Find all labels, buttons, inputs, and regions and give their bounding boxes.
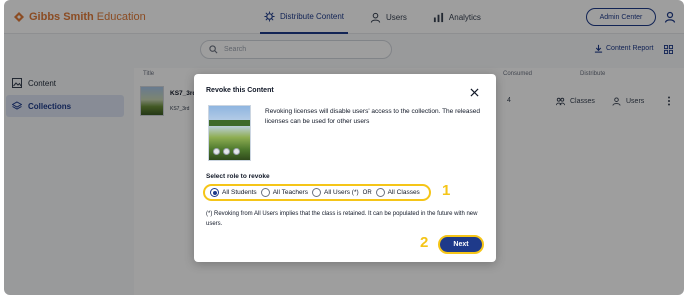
close-icon[interactable] xyxy=(470,88,479,97)
next-button[interactable]: Next xyxy=(438,235,484,254)
radio-all-teachers[interactable]: All Teachers xyxy=(260,188,308,197)
radio-label: All Students xyxy=(222,189,257,196)
role-select-label: Select role to revoke xyxy=(206,173,270,180)
radio-all-users[interactable]: All Users (*) xyxy=(311,188,359,197)
radio-button[interactable] xyxy=(375,188,385,197)
radio-all-students[interactable]: All Students xyxy=(210,188,257,197)
role-radio-group: All Students All Teachers All Users (*) … xyxy=(203,184,431,201)
revoke-content-dialog: Revoke this Content Revoking licenses wi… xyxy=(194,74,496,262)
radio-label: All Teachers xyxy=(272,189,308,196)
radio-label: All Classes xyxy=(387,189,420,196)
dialog-note: (*) Revoking from All Users implies that… xyxy=(206,211,478,227)
radio-button[interactable] xyxy=(210,188,219,197)
radio-button[interactable] xyxy=(311,188,321,197)
or-separator: OR xyxy=(362,189,372,196)
step-marker-1: 1 xyxy=(442,182,451,199)
dialog-title: Revoke this Content xyxy=(206,87,274,94)
dialog-description: Revoking licenses will disable users' ac… xyxy=(265,108,481,125)
collection-cover-image xyxy=(208,105,251,161)
radio-label: All Users (*) xyxy=(323,189,359,196)
step-marker-2: 2 xyxy=(420,234,429,251)
cover-badges xyxy=(213,148,240,155)
radio-button[interactable] xyxy=(260,188,270,197)
cover-banner xyxy=(209,120,250,126)
radio-all-classes[interactable]: All Classes xyxy=(375,188,420,197)
